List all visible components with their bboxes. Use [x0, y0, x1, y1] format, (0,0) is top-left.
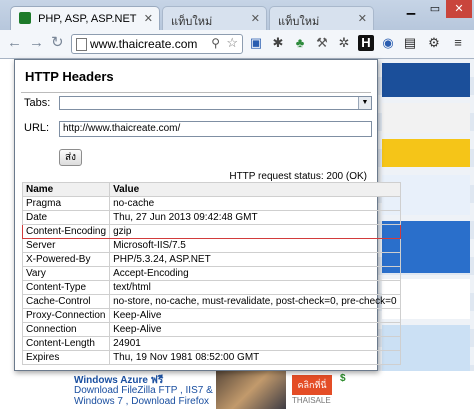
tabs-select[interactable]: ▼: [59, 96, 372, 110]
header-value: PHP/5.3.24, ASP.NET: [109, 252, 401, 267]
table-row: Expires Thu, 19 Nov 1981 08:52:00 GMT: [21, 350, 401, 365]
browser-toolbar: ← → ↻ www.thaicreate.com ⚲ ☆ ▣ ✱ ♣ ⚒ ✲ H…: [0, 30, 474, 59]
tab-label: แท็บใหม่: [171, 16, 213, 28]
thaisale-brand: THAISALE: [292, 396, 331, 405]
table-row: Server Microsoft-IIS/7.5: [21, 238, 401, 253]
green-ad-icon[interactable]: $: [340, 373, 346, 384]
extension-screen-icon[interactable]: ▣: [248, 35, 264, 51]
http-headers-popup: HTTP Headers Tabs: ▼ URL: http://www.tha…: [14, 59, 401, 371]
settings-gear-icon[interactable]: ⚙: [426, 35, 442, 51]
extension-gear-small-icon[interactable]: ✲: [336, 35, 352, 51]
page-icon: [76, 38, 87, 51]
extension-film-icon[interactable]: ▤: [402, 35, 418, 51]
download-link[interactable]: Download FileZilla FTP , IIS7 &: [74, 385, 213, 396]
http-headers-extension-icon[interactable]: H: [358, 35, 374, 51]
header-value: no-cache: [109, 196, 401, 211]
forward-icon[interactable]: →: [29, 35, 44, 51]
tab-new-1[interactable]: แท็บใหม่ ✕: [162, 6, 267, 30]
ad-banner[interactable]: [382, 139, 470, 167]
header-name: Expires: [21, 350, 111, 365]
tab-php-asp[interactable]: PHP, ASP, ASP.NET ✕: [10, 6, 160, 30]
table-row: Pragma no-cache: [21, 196, 401, 211]
chevron-down-icon[interactable]: ▼: [358, 97, 371, 109]
ad-banner[interactable]: [382, 103, 470, 133]
table-row: Date Thu, 27 Jun 2013 09:42:48 GMT: [21, 210, 401, 225]
extension-circle-icon[interactable]: ◉: [380, 35, 396, 51]
request-status: HTTP request status: 200 (OK): [229, 171, 367, 182]
popup-title: HTTP Headers: [25, 69, 114, 84]
header-name: Content-Encoding: [21, 224, 111, 239]
header-name: Server: [21, 238, 111, 253]
address-bar[interactable]: www.thaicreate.com ⚲ ☆: [71, 34, 243, 54]
reload-icon[interactable]: ↻: [51, 35, 64, 51]
header-value: gzip: [109, 224, 401, 239]
url-input[interactable]: http://www.thaicreate.com/: [59, 121, 372, 137]
header-name: Date: [21, 210, 111, 225]
header-value: Keep-Alive: [109, 322, 401, 337]
back-icon[interactable]: ←: [7, 35, 22, 51]
tab-new-2[interactable]: แท็บใหม่ ✕: [269, 6, 374, 30]
header-name: Proxy-Connection: [21, 308, 111, 323]
header-name: Connection: [21, 322, 111, 337]
table-row: Content-Type text/html: [21, 280, 401, 295]
table-row: Proxy-Connection Keep-Alive: [21, 308, 401, 323]
url-label: URL:: [24, 122, 50, 134]
tab-label: แท็บใหม่: [278, 16, 320, 28]
extension-bug-icon[interactable]: ✱: [270, 35, 286, 51]
header-value: Thu, 19 Nov 1981 08:52:00 GMT: [109, 350, 401, 365]
header-value: Keep-Alive: [109, 308, 401, 323]
header-name: X-Powered-By: [21, 252, 111, 267]
tabs-label: Tabs:: [24, 97, 51, 109]
search-icon[interactable]: ⚲: [211, 36, 220, 50]
table-row: Connection Keep-Alive: [21, 322, 401, 337]
header-name: Vary: [21, 266, 111, 281]
ad-photo[interactable]: [216, 371, 286, 409]
close-tab-icon[interactable]: ✕: [144, 12, 153, 25]
table-header-row: Name Value: [21, 182, 401, 197]
table-row-highlighted: Content-Encoding gzip: [21, 224, 401, 239]
header-value: Accept-Encoding: [109, 266, 401, 281]
tab-label: PHP, ASP, ASP.NET: [38, 13, 137, 25]
close-tab-icon[interactable]: ✕: [251, 12, 260, 25]
close-window-icon[interactable]: ✕: [446, 0, 472, 18]
table-row: X-Powered-By PHP/5.3.24, ASP.NET: [21, 252, 401, 267]
thaisale-button[interactable]: คลิกที่นี่: [292, 375, 332, 395]
table-row: Cache-Control no-store, no-cache, must-r…: [21, 294, 401, 309]
header-value: Thu, 27 Jun 2013 09:42:48 GMT: [109, 210, 401, 225]
title-divider: [21, 92, 371, 93]
address-text: www.thaicreate.com: [90, 37, 198, 51]
site-favicon-icon: [19, 12, 31, 24]
header-name: Cache-Control: [21, 294, 111, 309]
bookmark-star-icon[interactable]: ☆: [226, 35, 238, 51]
send-button[interactable]: ส่ง: [59, 149, 82, 166]
minimize-icon[interactable]: ▁: [398, 0, 424, 18]
extension-leaf-icon[interactable]: ♣: [292, 35, 308, 51]
tab-strip: PHP, ASP, ASP.NET ✕ แท็บใหม่ ✕ แท็บใหม่ …: [0, 0, 474, 30]
header-value: text/html: [109, 280, 401, 295]
download-link[interactable]: Windows 7 , Download Firefox: [74, 396, 209, 407]
menu-icon[interactable]: ≡: [450, 35, 466, 51]
close-tab-icon[interactable]: ✕: [358, 12, 367, 25]
table-row: Vary Accept-Encoding: [21, 266, 401, 281]
column-header-value: Value: [109, 182, 401, 197]
header-name: Content-Type: [21, 280, 111, 295]
header-value: no-store, no-cache, must-revalidate, pos…: [109, 294, 401, 309]
table-row: Content-Length 24901: [21, 336, 401, 351]
header-name: Pragma: [21, 196, 111, 211]
header-value: Microsoft-IIS/7.5: [109, 238, 401, 253]
maximize-icon[interactable]: ▭: [422, 0, 448, 18]
headers-table: Name Value Pragma no-cache Date Thu, 27 …: [21, 182, 401, 365]
column-header-name: Name: [21, 182, 111, 197]
header-value: 24901: [109, 336, 401, 351]
header-name: Content-Length: [21, 336, 111, 351]
extension-tool-icon[interactable]: ⚒: [314, 35, 330, 51]
ad-banner[interactable]: [382, 63, 470, 97]
